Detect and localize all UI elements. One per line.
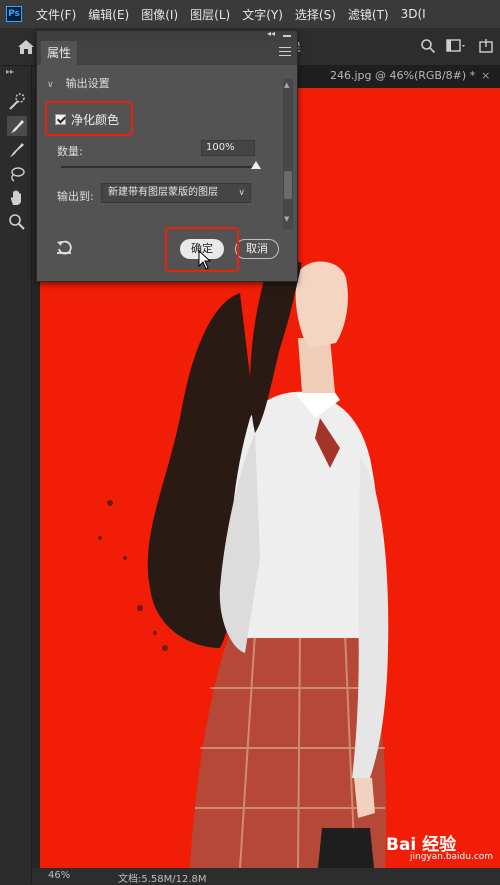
cursor-icon (198, 250, 212, 270)
lasso-icon[interactable] (7, 164, 27, 184)
menu-3d[interactable]: 3D(I (401, 7, 426, 21)
share-icon[interactable] (478, 38, 494, 54)
output-settings-header[interactable]: ∨ 输出设置 (47, 75, 110, 91)
left-toolbar: ▸▸ (0, 66, 32, 884)
amount-slider-thumb[interactable] (251, 161, 261, 169)
output-to-value: 新建带有图层蒙版的图层 (108, 187, 218, 198)
output-to-select[interactable]: 新建带有图层蒙版的图层 ∨ (101, 183, 251, 203)
photoshop-logo-icon[interactable]: Ps (6, 6, 22, 22)
tab-properties[interactable]: 属性 (41, 41, 78, 65)
panel-scrollbar[interactable]: ▲ ▼ (283, 79, 293, 229)
quick-selection-icon[interactable] (7, 92, 27, 112)
home-icon[interactable] (17, 39, 35, 55)
chevron-down-icon[interactable]: ∨ (47, 80, 54, 90)
cancel-button[interactable]: 取消 (235, 239, 279, 259)
document-tab[interactable]: 246.jpg @ 46%(RGB/8#) * × (330, 69, 490, 82)
refine-edge-brush-icon[interactable] (7, 116, 27, 136)
toolbar-collapse-icon[interactable]: ▸▸ (6, 67, 14, 76)
menu-file[interactable]: 文件(F) (36, 6, 76, 23)
output-to-label: 输出到: (57, 190, 94, 203)
workspace-icon[interactable] (446, 38, 468, 54)
highlight-box-checkbox (45, 101, 133, 136)
menu-image[interactable]: 图像(I) (141, 6, 178, 23)
document-size: 文档:5.58M/12.8M (118, 874, 207, 885)
chevron-down-icon: ∨ (238, 188, 245, 198)
menu-edit[interactable]: 编辑(E) (88, 6, 129, 23)
hand-icon[interactable] (7, 188, 27, 208)
document-tab-close[interactable]: × (481, 69, 490, 82)
zoom-icon[interactable] (7, 212, 27, 232)
document-tab-title: 246.jpg @ 46%(RGB/8#) * (330, 69, 476, 82)
panel-close-icon[interactable] (283, 35, 291, 37)
output-settings-title: 输出设置 (65, 77, 110, 90)
menu-layer[interactable]: 图层(L) (190, 6, 230, 23)
scroll-up-icon[interactable]: ▲ (284, 81, 289, 89)
zoom-level[interactable]: 46% (48, 870, 70, 881)
menu-bar: Ps 文件(F) 编辑(E) 图像(I) 图层(L) 文字(Y) 选择(S) 滤… (0, 0, 500, 28)
menu-type[interactable]: 文字(Y) (242, 6, 283, 23)
scroll-down-icon[interactable]: ▼ (284, 215, 289, 223)
panel-title-bar[interactable]: ◂◂ (37, 29, 297, 41)
menu-select[interactable]: 选择(S) (295, 6, 336, 23)
search-icon[interactable] (420, 38, 436, 54)
panel-tab-bar: 属性 (37, 41, 297, 65)
scrollbar-thumb[interactable] (284, 171, 292, 199)
amount-label: 数量: (57, 145, 83, 158)
panel-collapse-icon[interactable]: ◂◂ (267, 29, 275, 38)
reset-icon[interactable] (55, 239, 73, 255)
amount-input[interactable]: 100% (201, 140, 255, 156)
brush-icon[interactable] (7, 140, 27, 160)
status-bar: 46% 文档:5.58M/12.8M (32, 868, 500, 885)
amount-slider[interactable] (61, 166, 257, 168)
menu-filter[interactable]: 滤镜(T) (348, 6, 389, 23)
panel-menu-icon[interactable] (279, 47, 291, 59)
watermark-url: jingyan.baidu.com (410, 852, 494, 862)
